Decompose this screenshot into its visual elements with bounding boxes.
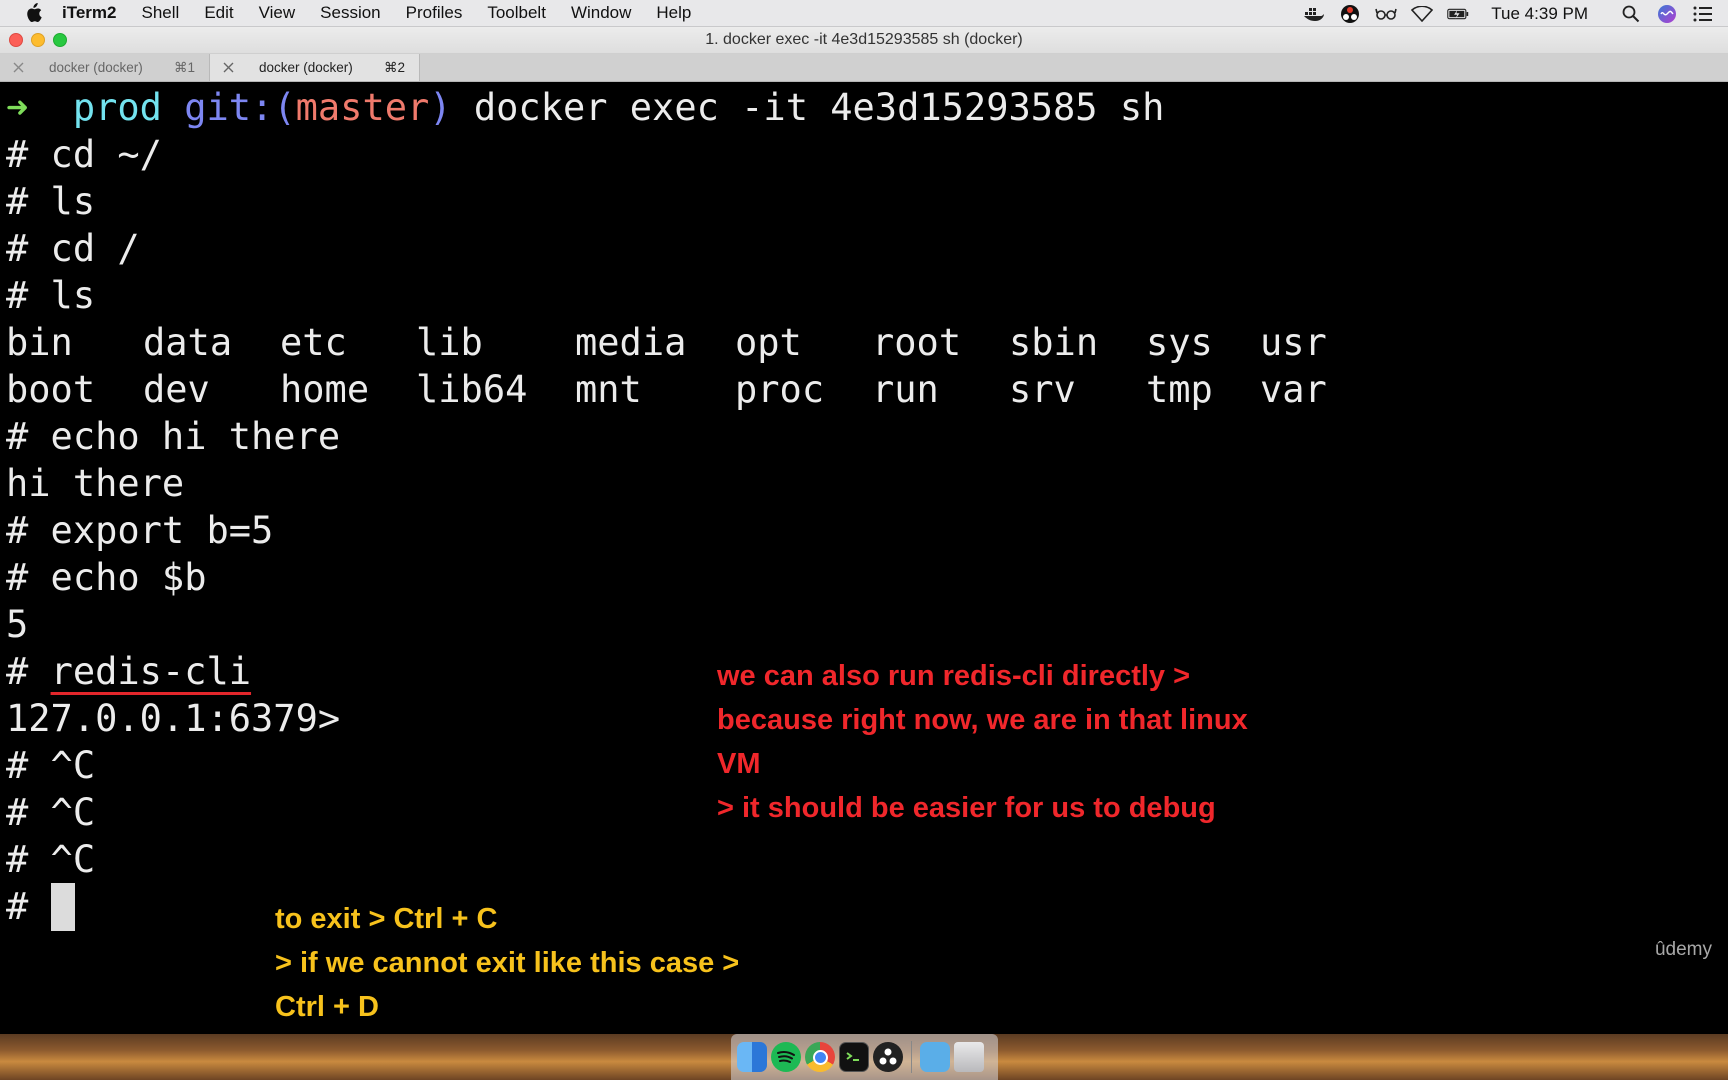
terminal-line: # echo $b (6, 556, 207, 599)
terminal-line: # ^C (6, 791, 96, 834)
ls-entry: tmp (1146, 368, 1213, 411)
ls-entry: sbin (1009, 321, 1099, 364)
ls-row: bin data etc lib media opt root sbin sys… (6, 317, 1406, 369)
obs-icon[interactable] (1339, 4, 1361, 24)
ls-entry: var (1260, 368, 1327, 411)
udemy-watermark: ûdemy (1654, 939, 1712, 960)
menu-edit[interactable]: Edit (204, 3, 233, 23)
wifi-icon[interactable] (1411, 4, 1434, 24)
ls-entry: proc (735, 368, 825, 411)
terminal-line: # export b=5 (6, 509, 274, 552)
battery-icon[interactable] (1447, 4, 1469, 24)
menu-app-name[interactable]: iTerm2 (62, 3, 117, 23)
prompt-line: ➜ prod git:(master) docker exec -it 4e3d… (6, 82, 1164, 134)
tab-1[interactable]: docker (docker) ⌘1 (0, 54, 210, 81)
ls-entry: lib64 (416, 368, 528, 411)
tab-shortcut: ⌘1 (173, 60, 195, 75)
ls-row: boot dev home lib64 mnt proc run srv tmp… (6, 364, 1406, 416)
tab-2[interactable]: docker (docker) ⌘2 (210, 54, 420, 81)
ls-entry: srv (1009, 368, 1076, 411)
dock (731, 1034, 998, 1080)
spotify-icon[interactable] (771, 1042, 801, 1072)
obs-icon[interactable] (873, 1042, 903, 1072)
annotation-yellow: to exit > Ctrl + C > if we cannot exit l… (275, 903, 740, 1023)
git-prefix: git:( (184, 86, 296, 129)
tab-bar: docker (docker) ⌘1 docker (docker) ⌘2 (0, 54, 1728, 82)
ls-entry: run (872, 368, 939, 411)
ls-entry: media (575, 321, 687, 364)
prompt-arrow: ➜ (6, 86, 29, 129)
tab-shortcut: ⌘2 (383, 60, 405, 75)
shell-hash: # (6, 885, 51, 928)
git-suffix: ) (429, 86, 452, 129)
ls-entry: data (143, 321, 233, 364)
ls-entry: home (280, 368, 370, 411)
tab-label: docker (docker) (49, 60, 143, 75)
prompt-dir: prod (72, 86, 162, 129)
ls-entry: sys (1146, 321, 1213, 364)
iterm-icon[interactable] (839, 1042, 869, 1072)
menu-window[interactable]: Window (571, 3, 631, 23)
apple-icon[interactable] (22, 2, 44, 24)
ls-entry: mnt (575, 368, 642, 411)
close-tab-icon[interactable] (220, 59, 236, 75)
menu-toolbelt[interactable]: Toolbelt (487, 3, 546, 23)
text-cursor (50, 883, 75, 931)
menu-session[interactable]: Session (320, 3, 380, 23)
glasses-icon[interactable] (1375, 4, 1398, 24)
ls-entry: bin (6, 321, 73, 364)
terminal-line: # cd ~/ (6, 133, 162, 176)
menu-shell[interactable]: Shell (142, 3, 180, 23)
folder-icon[interactable] (920, 1042, 950, 1072)
current-prompt-line[interactable]: # (6, 881, 75, 933)
terminal-line: # ^C (6, 838, 96, 881)
window-title: 1. docker exec -it 4e3d15293585 sh (dock… (705, 31, 1023, 48)
redis-cli-command: redis-cli (50, 650, 252, 693)
terminal-line: # ls (6, 180, 96, 223)
terminal-line: # ls (6, 274, 96, 317)
redis-prompt: 127.0.0.1:6379> (6, 697, 341, 740)
ls-entry: root (872, 321, 962, 364)
annotation-red: we can also run redis-cli directly > bec… (717, 660, 1248, 824)
menu-bar: iTerm2 Shell Edit View Session Profiles … (0, 0, 1728, 27)
redis-cli-line: # redis-cli (6, 646, 251, 698)
notification-center-icon[interactable] (1692, 4, 1714, 24)
ls-entry: etc (280, 321, 347, 364)
terminal-output[interactable]: ➜ prod git:(master) docker exec -it 4e3d… (0, 82, 1728, 1034)
ls-entry: opt (735, 321, 802, 364)
terminal-line: # ^C (6, 744, 96, 787)
siri-icon[interactable] (1656, 4, 1678, 24)
ls-entry: dev (143, 368, 210, 411)
terminal-line: hi there (6, 462, 185, 505)
terminal-line: # cd / (6, 227, 140, 270)
status-area: Tue 4:39 PM (1289, 0, 1728, 27)
ls-entry: lib (416, 321, 483, 364)
trash-icon[interactable] (954, 1042, 984, 1072)
terminal-line: # echo hi there (6, 415, 341, 458)
tab-label: docker (docker) (259, 60, 353, 75)
terminal-line: 5 (6, 603, 29, 646)
finder-icon[interactable] (737, 1042, 767, 1072)
ls-entry: boot (6, 368, 96, 411)
docker-icon[interactable] (1303, 4, 1325, 24)
git-branch: master (295, 86, 430, 129)
prompt-command: docker exec -it 4e3d15293585 sh (473, 86, 1165, 129)
close-tab-icon[interactable] (10, 59, 26, 75)
menu-help[interactable]: Help (656, 3, 691, 23)
clock[interactable]: Tue 4:39 PM (1491, 4, 1588, 24)
search-icon[interactable] (1620, 4, 1642, 24)
menu-view[interactable]: View (259, 3, 296, 23)
window-title-bar: 1. docker exec -it 4e3d15293585 sh (dock… (0, 27, 1728, 54)
menu-profiles[interactable]: Profiles (406, 3, 463, 23)
chrome-icon[interactable] (805, 1042, 835, 1072)
dock-separator (911, 1041, 912, 1073)
ls-entry: usr (1260, 321, 1327, 364)
shell-hash: # (6, 650, 51, 693)
